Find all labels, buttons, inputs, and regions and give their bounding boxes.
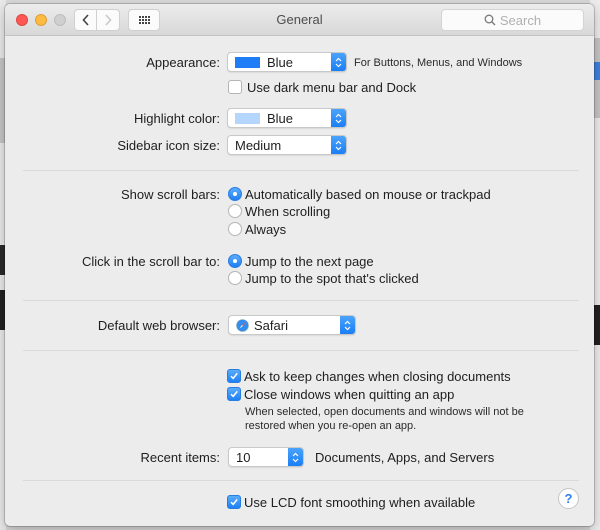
- appearance-popup[interactable]: Blue: [227, 52, 347, 72]
- click-scroll-next-page-radio[interactable]: [228, 254, 242, 268]
- stepper-arrows-icon: [288, 448, 303, 466]
- browser-label: Default web browser:: [97, 318, 220, 333]
- appearance-note: For Buttons, Menus, and Windows: [354, 57, 523, 69]
- scroll-bars-auto-radio[interactable]: [228, 187, 242, 201]
- stepper-arrows-icon: [331, 136, 346, 154]
- stepper-arrows-icon: [331, 109, 346, 127]
- close-windows-checkbox[interactable]: [227, 387, 241, 401]
- help-button[interactable]: ?: [558, 488, 579, 509]
- highlight-label: Highlight color:: [134, 111, 220, 126]
- recent-items-suffix: Documents, Apps, and Servers: [315, 450, 495, 465]
- search-field[interactable]: Search: [441, 9, 584, 31]
- click-scroll-label: Click in the scroll bar to:: [82, 254, 220, 269]
- search-icon: [484, 14, 496, 26]
- click-scroll-spot-label: Jump to the spot that's clicked: [245, 271, 419, 286]
- scroll-bars-always-radio[interactable]: [228, 222, 242, 236]
- checkmark-icon: [230, 372, 238, 380]
- separator: [23, 170, 579, 171]
- lcd-smoothing-checkbox[interactable]: [227, 495, 241, 509]
- highlight-value: Blue: [267, 110, 294, 126]
- separator: [23, 350, 579, 351]
- click-scroll-spot-radio[interactable]: [228, 271, 242, 285]
- ask-keep-changes-label: Ask to keep changes when closing documen…: [244, 369, 511, 384]
- sidebar-icon-size-popup[interactable]: Medium: [227, 135, 347, 155]
- browser-value: Safari: [254, 317, 288, 333]
- safari-icon: [236, 318, 249, 332]
- dark-menu-checkbox[interactable]: [228, 80, 242, 94]
- scroll-bars-auto-label: Automatically based on mouse or trackpad: [245, 187, 491, 202]
- click-scroll-next-page-label: Jump to the next page: [245, 254, 374, 269]
- stepper-arrows-icon: [331, 53, 346, 71]
- scroll-bars-scrolling-radio[interactable]: [228, 204, 242, 218]
- appearance-value: Blue: [267, 54, 294, 70]
- recent-items-value: 10: [236, 449, 251, 465]
- checkmark-icon: [230, 390, 238, 398]
- close-windows-note: When selected, open documents and window…: [245, 406, 524, 432]
- checkmark-icon: [230, 498, 238, 506]
- recent-items-popup[interactable]: 10: [228, 447, 304, 467]
- search-placeholder: Search: [499, 12, 542, 28]
- sidebar-icon-size-label: Sidebar icon size:: [117, 138, 220, 153]
- help-icon: ?: [564, 491, 573, 506]
- scroll-bars-always-label: Always: [245, 222, 287, 237]
- browser-popup[interactable]: Safari: [228, 315, 356, 335]
- recent-items-label: Recent items:: [140, 450, 220, 465]
- preferences-window: General Search Appearance: Blue For Butt…: [5, 4, 594, 526]
- sidebar-icon-size-value: Medium: [235, 137, 282, 153]
- color-swatch: [235, 112, 260, 124]
- color-swatch: [235, 56, 260, 68]
- titlebar: General Search: [5, 4, 594, 36]
- lcd-smoothing-label: Use LCD font smoothing when available: [244, 495, 476, 510]
- close-windows-label: Close windows when quitting an app: [244, 387, 455, 402]
- stepper-arrows-icon: [340, 316, 355, 334]
- dark-menu-label: Use dark menu bar and Dock: [247, 80, 417, 95]
- scroll-bars-scrolling-label: When scrolling: [245, 204, 331, 219]
- appearance-label: Appearance:: [146, 55, 220, 70]
- highlight-popup[interactable]: Blue: [227, 108, 347, 128]
- separator: [23, 300, 579, 301]
- ask-keep-changes-checkbox[interactable]: [227, 369, 241, 383]
- scroll-bars-label: Show scroll bars:: [121, 187, 220, 202]
- separator: [23, 480, 579, 481]
